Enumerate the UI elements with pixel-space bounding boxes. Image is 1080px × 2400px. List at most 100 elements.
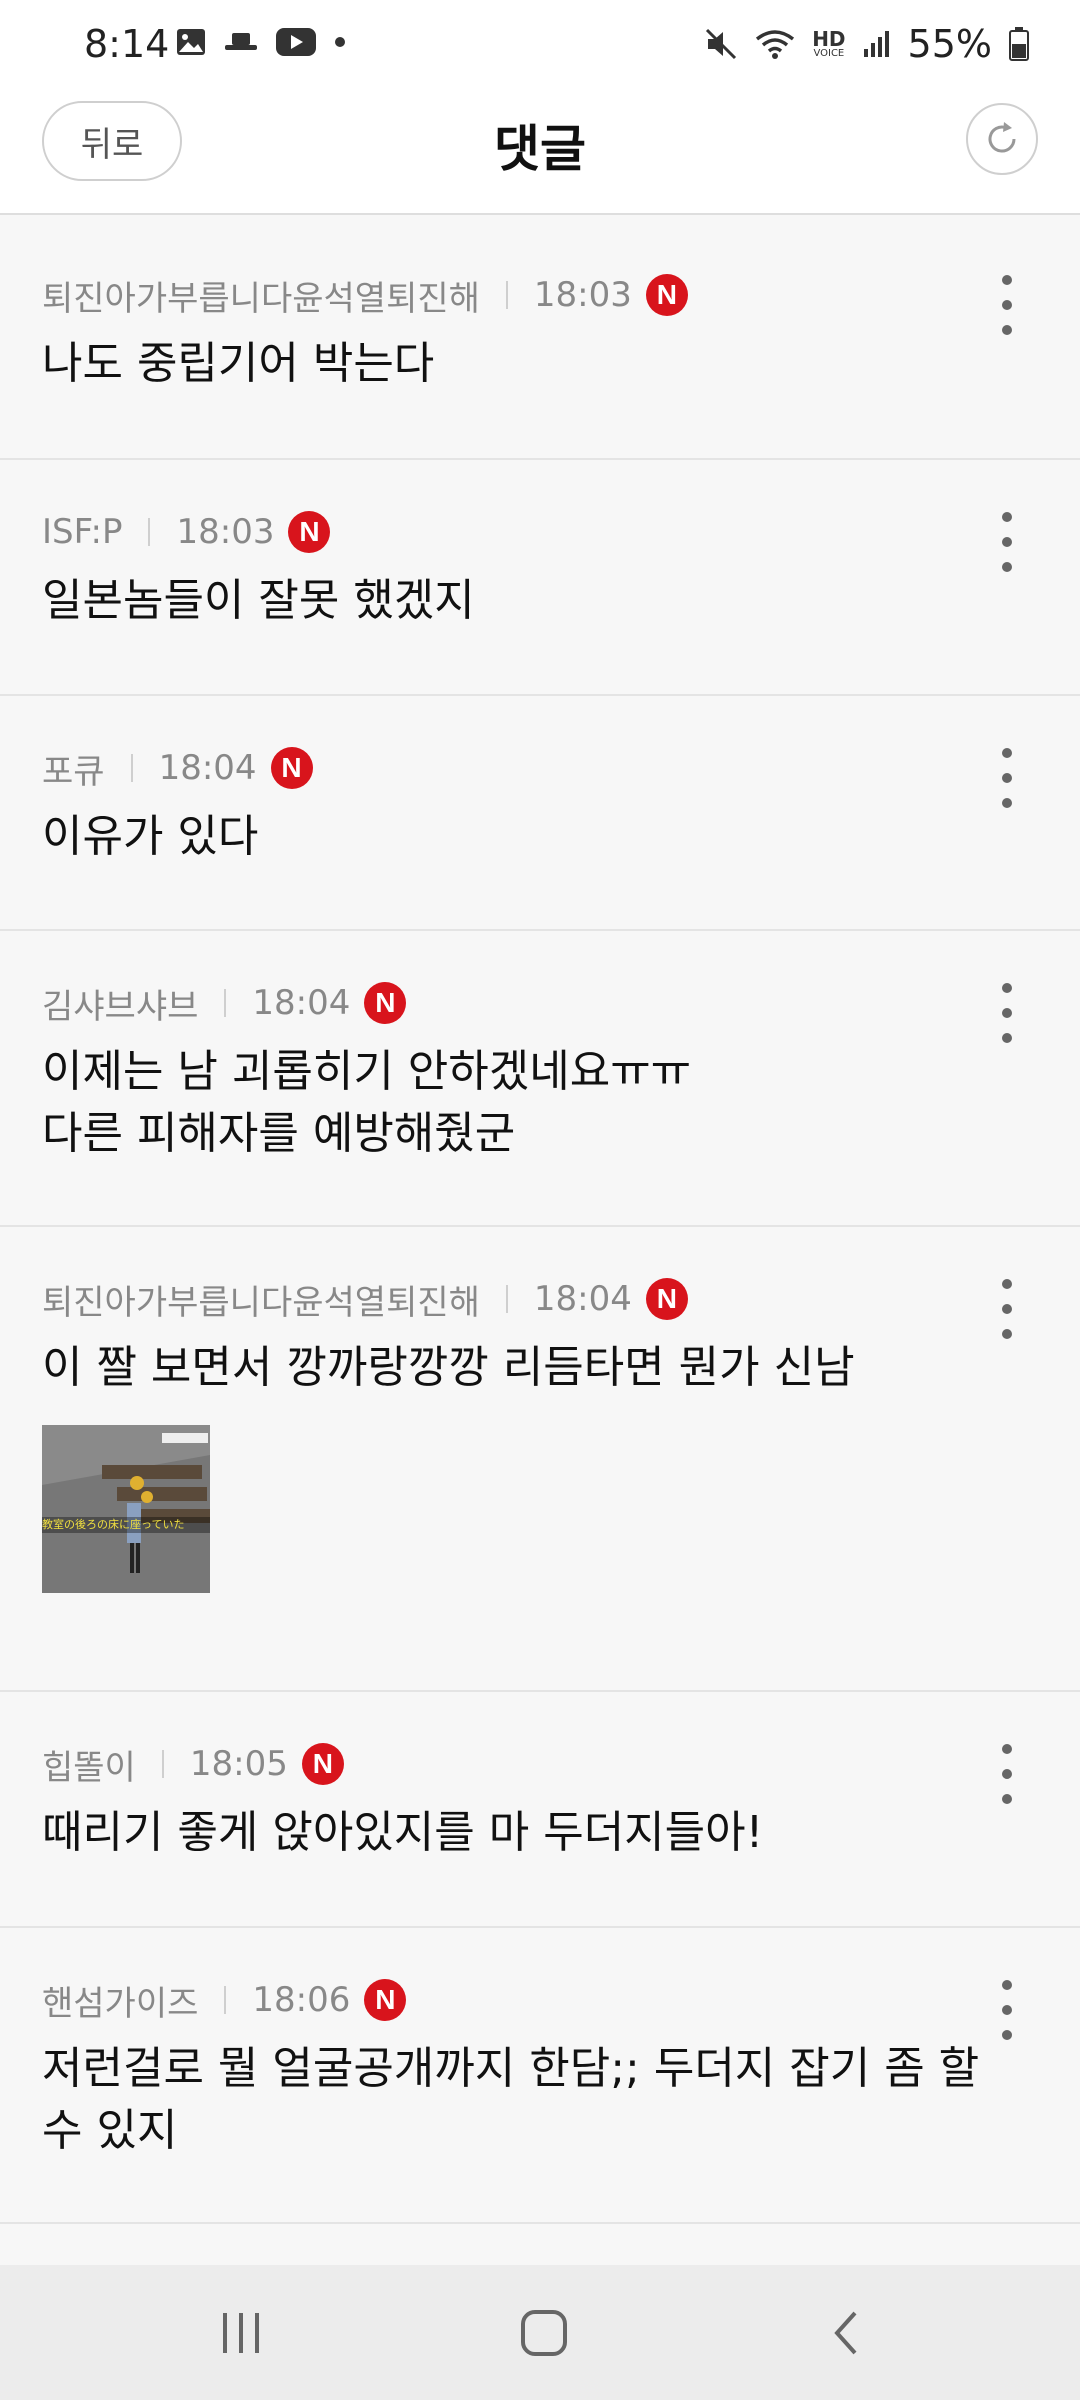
more-dot-icon — [1002, 2030, 1012, 2040]
wifi-icon — [754, 27, 796, 61]
signal-icon — [862, 29, 892, 59]
comment-author[interactable]: 힙똘이 — [42, 1740, 136, 1789]
recent-apps-icon — [223, 2312, 259, 2353]
youtube-icon — [276, 28, 316, 56]
comment-image-thumbnail[interactable]: 教室の後ろの床に座っていた — [42, 1425, 210, 1593]
new-badge: N — [270, 747, 313, 789]
more-dot-icon — [1002, 2005, 1012, 2015]
more-dot-icon — [1002, 300, 1012, 310]
hd-label: HD — [812, 27, 846, 51]
more-dot-icon — [1002, 1980, 1012, 1990]
comment-time: 18:04 — [158, 748, 257, 788]
meta-divider — [148, 518, 151, 546]
more-options-button[interactable] — [992, 1744, 1022, 1804]
new-badge: N — [364, 1979, 407, 2021]
meta-divider — [505, 1285, 508, 1313]
more-dot-icon — [1002, 562, 1012, 572]
status-bar: 8:14 HD VOICE 55% — [0, 0, 1080, 95]
comment-author[interactable]: 핸섬가이즈 — [42, 1976, 198, 2025]
more-options-button[interactable] — [992, 512, 1022, 572]
meta-divider — [161, 1750, 164, 1778]
comment-item: 힙똘이 18:05 N 때리기 좋게 앉아있지를 마 두더지들아! — [0, 1692, 1080, 1928]
app-header: 뒤로 댓글 — [0, 95, 1080, 215]
comment-item: 김샤브샤브 18:04 N 이제는 남 괴롭히기 안하겠네요ㅠㅠ 다른 피해자를… — [0, 931, 1080, 1227]
page-title: 댓글 — [494, 120, 586, 178]
home-button[interactable] — [484, 2265, 604, 2400]
more-dot-icon — [1002, 512, 1012, 522]
more-dot-icon — [1002, 798, 1012, 808]
classroom-image-icon — [42, 1425, 210, 1593]
more-dot-icon — [1002, 748, 1012, 758]
new-badge: N — [645, 1278, 688, 1320]
comment-text: 저런걸로 뭘 얼굴공개까지 한담;; 두더지 잡기 좀 할 수 있지 — [42, 2043, 980, 2156]
comment-item: 포큐 18:04 N 이유가 있다 — [0, 696, 1080, 931]
comment-meta: 포큐 18:04 N — [42, 744, 1038, 792]
comment-meta: ISF:P 18:03 N — [42, 508, 1038, 556]
more-options-button[interactable] — [992, 748, 1022, 808]
comment-time: 18:04 — [252, 983, 351, 1023]
more-dot-icon — [1002, 275, 1012, 285]
comment-text: 때리기 좋게 앉아있지를 마 두더지들아! — [42, 1807, 764, 1858]
meta-divider — [224, 989, 227, 1017]
comment-text: 일본놈들이 잘못 했겠지 — [42, 575, 475, 626]
more-options-button[interactable] — [992, 275, 1022, 335]
recent-apps-button[interactable] — [182, 2265, 302, 2400]
mute-icon — [704, 27, 738, 61]
comment-author[interactable]: 퇴진아가부릅니다윤석열퇴진해 — [42, 1275, 480, 1324]
meta-divider — [130, 754, 133, 782]
more-dot-icon — [1002, 1008, 1012, 1018]
comment-meta: 힙똘이 18:05 N — [42, 1740, 1038, 1788]
comment-meta: 퇴진아가부릅니다윤석열퇴진해 18:04 N — [42, 1275, 1038, 1323]
back-nav-button[interactable] — [786, 2265, 906, 2400]
comment-list: 퇴진아가부릅니다윤석열퇴진해 18:03 N 나도 중립기어 박는다 ISF:P… — [0, 223, 1080, 2224]
more-options-button[interactable] — [992, 1980, 1022, 2040]
new-badge: N — [364, 982, 407, 1024]
meta-divider — [505, 281, 508, 309]
comment-time: 18:04 — [533, 1279, 632, 1319]
dot-icon — [334, 36, 346, 48]
more-options-button[interactable] — [992, 1279, 1022, 1339]
refresh-icon — [982, 119, 1022, 159]
system-nav-bar — [0, 2265, 1080, 2400]
more-dot-icon — [1002, 1304, 1012, 1314]
battery-icon — [1008, 26, 1030, 62]
meta-divider — [224, 1986, 227, 2014]
comment-text: 이 짤 보면서 깡까랑깡깡 리듬타면 뭔가 신남 — [42, 1342, 855, 1393]
comment-text: 이유가 있다 — [42, 811, 259, 862]
voice-label: VOICE — [813, 48, 845, 59]
more-dot-icon — [1002, 773, 1012, 783]
new-badge: N — [288, 511, 331, 553]
comment-meta: 핸섬가이즈 18:06 N — [42, 1976, 1038, 2024]
more-dot-icon — [1002, 1329, 1012, 1339]
comment-author[interactable]: ISF:P — [42, 512, 122, 552]
more-dot-icon — [1002, 983, 1012, 993]
notification-icons — [176, 28, 346, 56]
comment-meta: 퇴진아가부릅니다윤석열퇴진해 18:03 N — [42, 271, 1038, 319]
comment-author[interactable]: 퇴진아가부릅니다윤석열퇴진해 — [42, 271, 480, 320]
hd-voice-icon: HD VOICE — [812, 29, 845, 59]
more-dot-icon — [1002, 1794, 1012, 1804]
gallery-icon — [176, 28, 206, 56]
refresh-button[interactable] — [966, 103, 1038, 175]
more-dot-icon — [1002, 1769, 1012, 1779]
new-badge: N — [645, 274, 688, 316]
home-icon — [521, 2309, 567, 2356]
image-caption: 教室の後ろの床に座っていた — [42, 1518, 185, 1531]
more-dot-icon — [1002, 1744, 1012, 1754]
comment-author[interactable]: 포큐 — [42, 744, 105, 793]
comment-text-line: 이제는 남 괴롭히기 안하겠네요ㅠㅠ — [42, 1046, 692, 1097]
battery-percent: 55% — [907, 22, 992, 66]
back-arrow-icon — [834, 2311, 857, 2354]
comment-time: 18:03 — [533, 275, 632, 315]
more-options-button[interactable] — [992, 983, 1022, 1043]
comment-meta: 김샤브샤브 18:04 N — [42, 979, 1038, 1027]
comment-item: 퇴진아가부릅니다윤석열퇴진해 18:03 N 나도 중립기어 박는다 — [0, 223, 1080, 460]
more-dot-icon — [1002, 325, 1012, 335]
comment-item: 퇴진아가부릅니다윤석열퇴진해 18:04 N 이 짤 보면서 깡까랑깡깡 리듬타… — [0, 1227, 1080, 1692]
more-dot-icon — [1002, 1279, 1012, 1289]
comment-text: 나도 중립기어 박는다 — [42, 338, 435, 389]
comment-author[interactable]: 김샤브샤브 — [42, 979, 198, 1028]
comment-text-line: 다른 피해자를 예방해줬군 — [42, 1108, 516, 1159]
comment-time: 18:05 — [189, 1744, 288, 1784]
new-badge: N — [301, 1743, 344, 1785]
